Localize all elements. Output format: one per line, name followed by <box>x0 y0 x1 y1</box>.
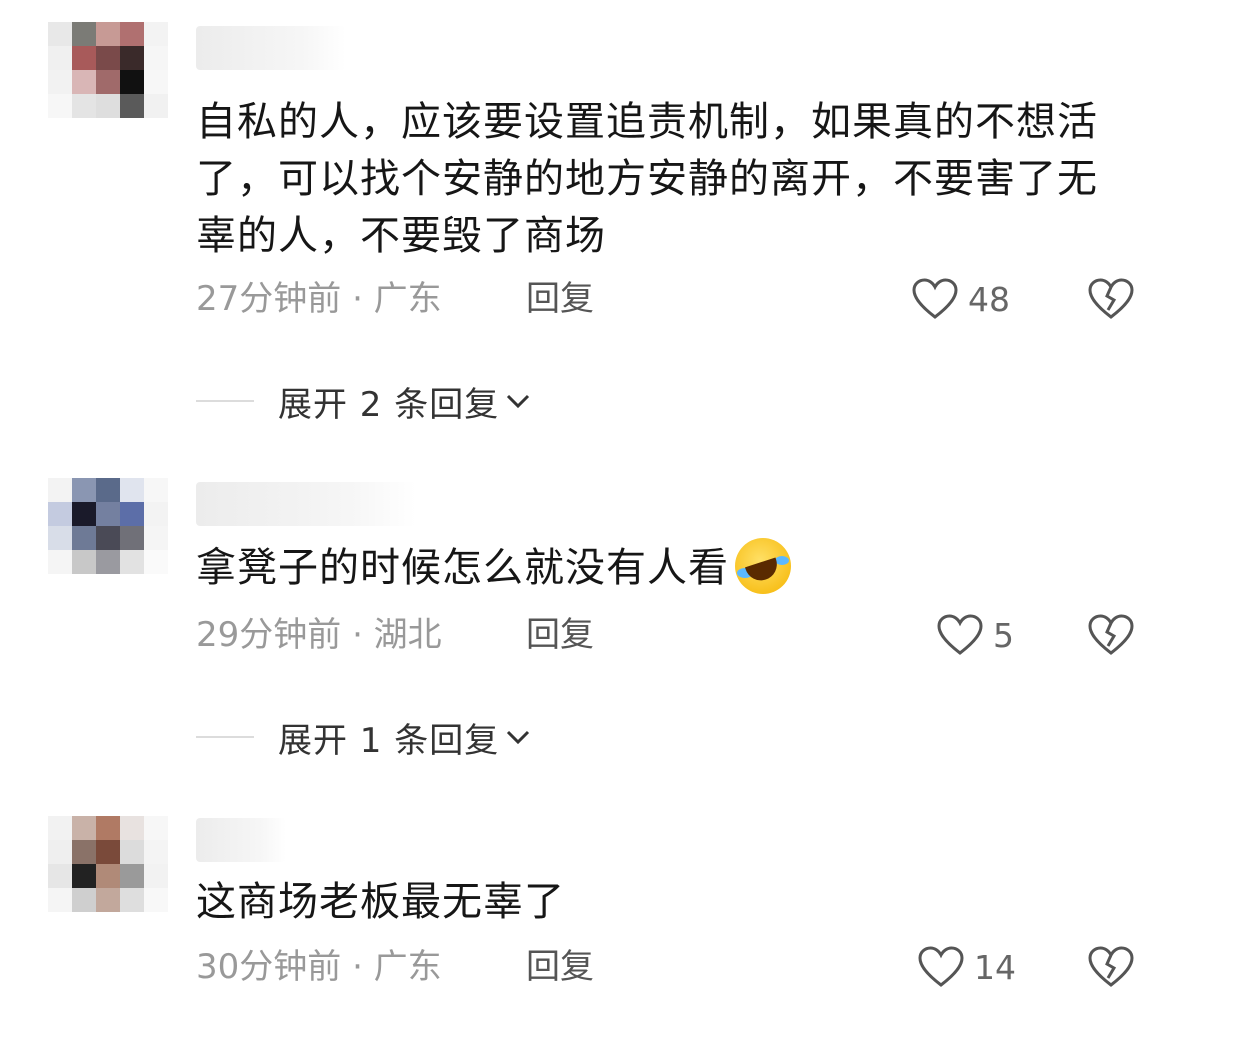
avatar[interactable] <box>48 478 168 598</box>
like-button[interactable]: 48 <box>912 274 1010 324</box>
laughing-crying-emoji <box>735 538 791 594</box>
chevron-down-icon <box>505 728 531 750</box>
broken-heart-icon <box>1088 946 1134 988</box>
reply-button[interactable]: 回复 <box>526 942 594 992</box>
username-blurred[interactable] <box>196 26 346 70</box>
avatar[interactable] <box>48 816 168 936</box>
expand-replies[interactable]: 展开 2 条回复 <box>196 376 531 426</box>
comment-time-location: 27分钟前 · 广东 <box>196 279 442 319</box>
like-count: 48 <box>968 279 1010 319</box>
dislike-button[interactable] <box>1086 274 1136 324</box>
like-button[interactable]: 5 <box>937 610 1014 660</box>
chevron-down-icon <box>505 392 531 414</box>
like-button[interactable]: 14 <box>918 942 1016 992</box>
divider <box>196 400 254 402</box>
broken-heart-icon <box>1088 278 1134 320</box>
username-blurred[interactable] <box>196 818 286 862</box>
comment-text: 拿凳子的时候怎么就没有人看 <box>196 545 729 591</box>
reply-button[interactable]: 回复 <box>526 274 594 324</box>
heart-icon <box>912 278 958 320</box>
heart-icon <box>937 614 983 656</box>
username-blurred[interactable] <box>196 482 416 526</box>
avatar[interactable] <box>48 22 168 142</box>
broken-heart-icon <box>1088 614 1134 656</box>
divider <box>196 736 254 738</box>
comment-text: 自私的人，应该要设置追责机制，如果真的不想活了，可以找个安静的地方安静的离开，不… <box>196 99 1098 259</box>
dislike-button[interactable] <box>1086 942 1136 992</box>
expand-replies-label: 展开 2 条回复 <box>278 384 500 425</box>
dislike-button[interactable] <box>1086 610 1136 660</box>
expand-replies-label: 展开 1 条回复 <box>278 720 500 761</box>
heart-icon <box>918 946 964 988</box>
comment-text-row: 拿凳子的时候怎么就没有人看 <box>196 538 1126 600</box>
expand-replies[interactable]: 展开 1 条回复 <box>196 712 531 762</box>
comment-time-location: 29分钟前 · 湖北 <box>196 615 442 655</box>
like-count: 14 <box>974 947 1016 987</box>
like-count: 5 <box>993 615 1014 655</box>
comment-time-location: 30分钟前 · 广东 <box>196 947 442 987</box>
comment-text: 这商场老板最无辜了 <box>196 879 565 925</box>
reply-button[interactable]: 回复 <box>526 610 594 660</box>
